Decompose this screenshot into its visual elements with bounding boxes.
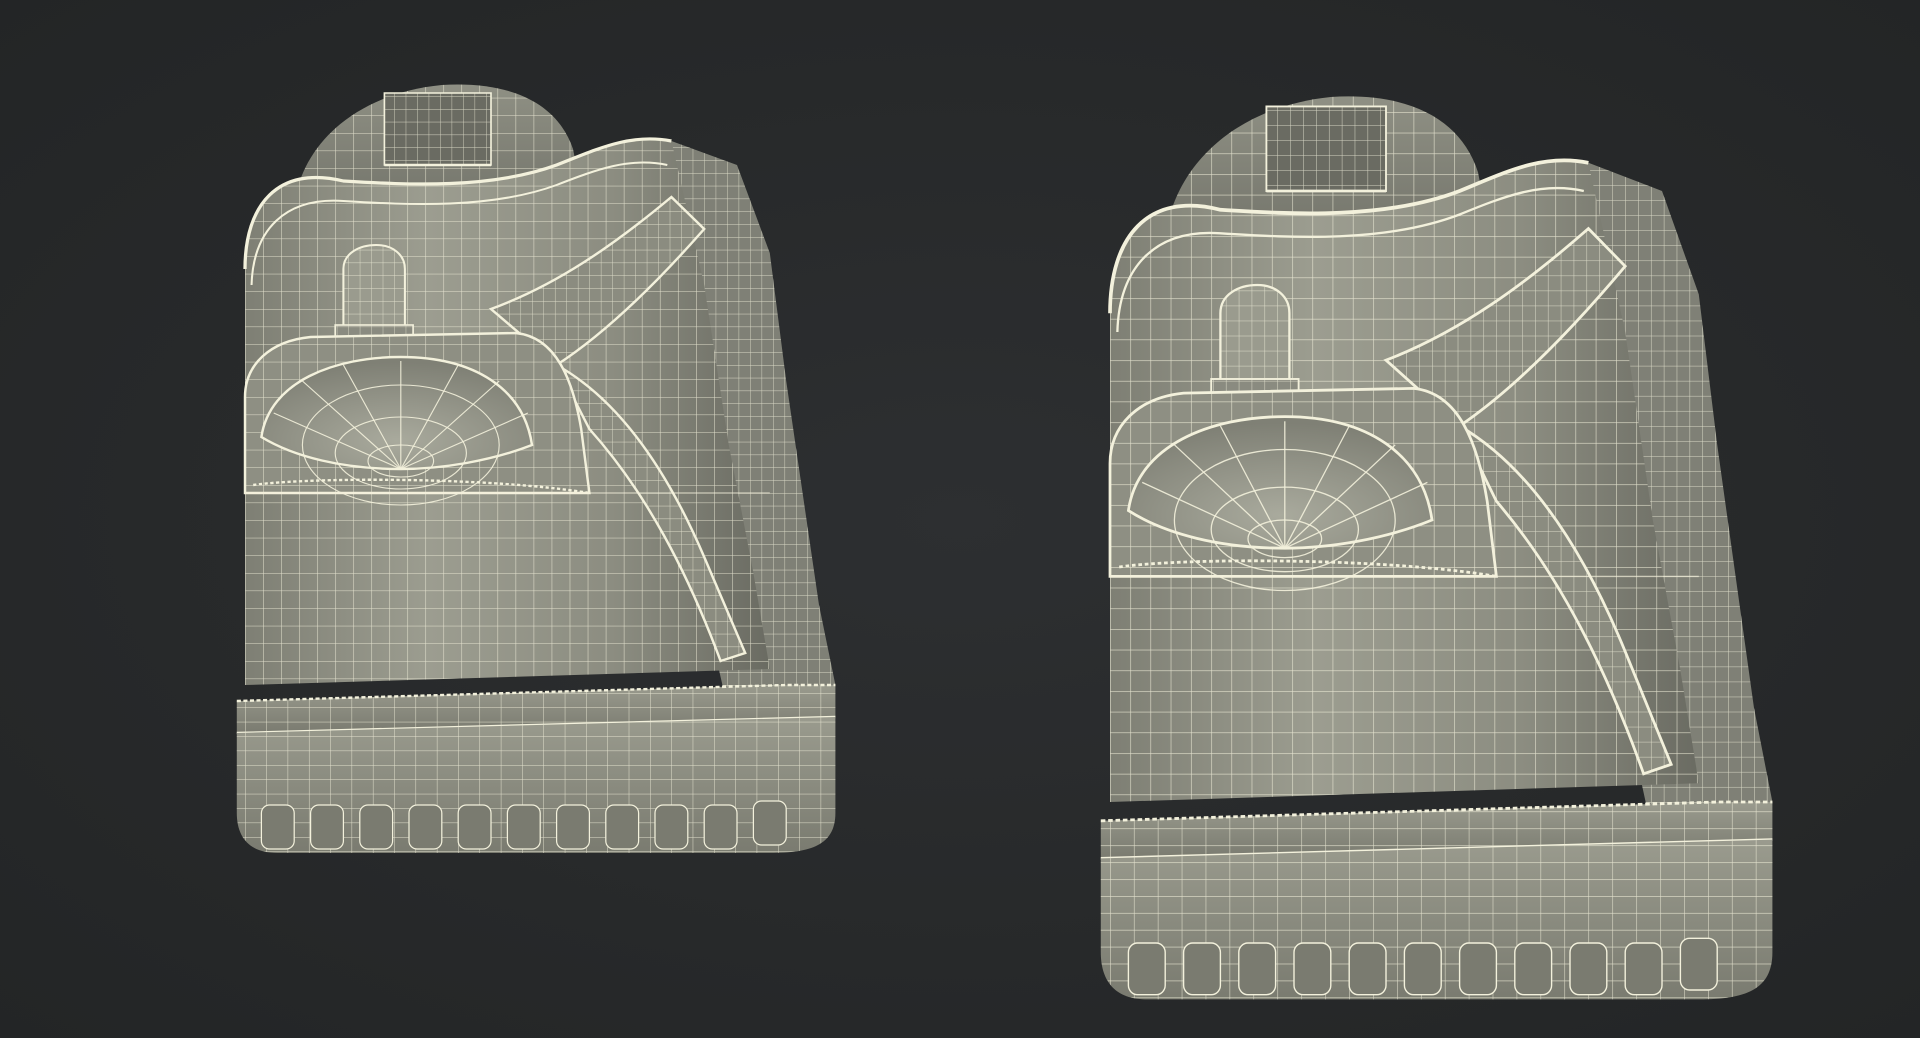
render-viewport bbox=[0, 0, 1920, 1038]
right-shoe-model bbox=[1098, 94, 1775, 1002]
wireframe-render-image bbox=[235, 82, 1775, 1002]
left-shoe-model bbox=[235, 82, 838, 855]
